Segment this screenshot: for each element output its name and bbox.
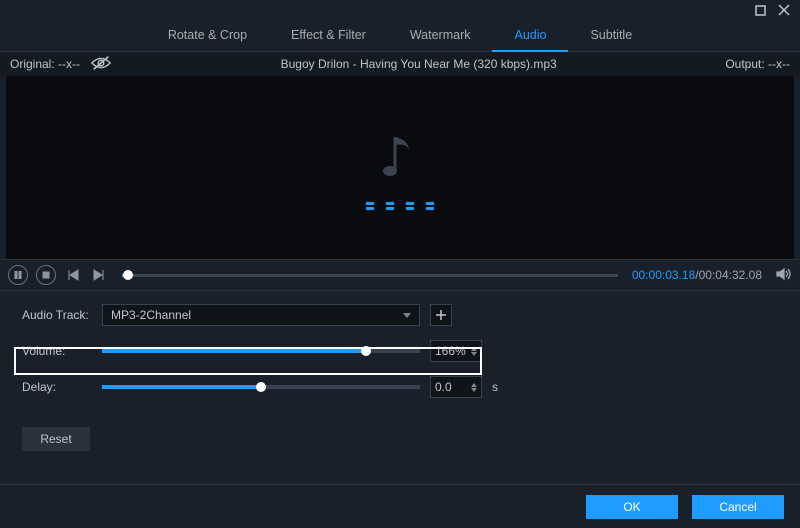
progress-slider[interactable] bbox=[122, 274, 618, 277]
volume-fill bbox=[102, 349, 366, 353]
audio-wave-icon bbox=[366, 202, 434, 205]
delay-label: Delay: bbox=[22, 380, 92, 394]
arrow-up-icon[interactable] bbox=[471, 347, 477, 351]
arrow-up-icon[interactable] bbox=[471, 383, 477, 387]
filename-label: Bugoy Drilon - Having You Near Me (320 k… bbox=[112, 57, 725, 71]
arrow-down-icon[interactable] bbox=[471, 352, 477, 356]
info-bar: Original: --x-- Bugoy Drilon - Having Yo… bbox=[0, 52, 800, 76]
volume-row: Volume: 166% bbox=[22, 339, 778, 363]
delay-thumb[interactable] bbox=[256, 382, 266, 392]
cancel-button[interactable]: Cancel bbox=[692, 495, 784, 519]
arrow-down-icon[interactable] bbox=[471, 388, 477, 392]
current-time: 00:00:03.18 bbox=[632, 268, 695, 282]
titlebar bbox=[0, 0, 800, 20]
tab-subtitle[interactable]: Subtitle bbox=[568, 20, 654, 52]
delay-fill bbox=[102, 385, 261, 389]
volume-icon[interactable] bbox=[776, 267, 792, 284]
ok-button[interactable]: OK bbox=[586, 495, 678, 519]
tab-audio[interactable]: Audio bbox=[492, 20, 568, 52]
preview-area bbox=[6, 76, 794, 259]
volume-spin[interactable]: 166% bbox=[430, 340, 482, 362]
volume-value: 166% bbox=[435, 344, 466, 358]
audio-track-label: Audio Track: bbox=[22, 308, 92, 322]
playback-bar: 00:00:03.18/00:04:32.08 bbox=[0, 259, 800, 291]
time-display: 00:00:03.18/00:04:32.08 bbox=[632, 268, 762, 282]
audio-track-select[interactable]: MP3-2Channel bbox=[102, 304, 420, 326]
footer: OK Cancel bbox=[0, 484, 800, 528]
maximize-icon[interactable] bbox=[754, 4, 766, 16]
tab-effect-filter[interactable]: Effect & Filter bbox=[269, 20, 388, 52]
volume-thumb[interactable] bbox=[361, 346, 371, 356]
chevron-down-icon bbox=[403, 313, 411, 318]
stop-button[interactable] bbox=[36, 265, 56, 285]
progress-thumb[interactable] bbox=[123, 270, 133, 280]
tab-watermark[interactable]: Watermark bbox=[388, 20, 493, 52]
close-icon[interactable] bbox=[778, 4, 790, 16]
prev-button[interactable] bbox=[64, 266, 82, 284]
original-label: Original: --x-- bbox=[10, 57, 80, 71]
audio-track-row: Audio Track: MP3-2Channel bbox=[22, 303, 778, 327]
add-track-button[interactable] bbox=[430, 304, 452, 326]
controls-panel: Audio Track: MP3-2Channel Volume: 166% D… bbox=[0, 291, 800, 457]
tab-rotate-crop[interactable]: Rotate & Crop bbox=[146, 20, 269, 52]
delay-unit: s bbox=[492, 380, 498, 394]
delay-spin[interactable]: 0.0 bbox=[430, 376, 482, 398]
spin-arrows[interactable] bbox=[471, 347, 477, 356]
delay-slider[interactable] bbox=[102, 385, 420, 389]
output-label: Output: --x-- bbox=[725, 57, 790, 71]
spin-arrows[interactable] bbox=[471, 383, 477, 392]
pause-button[interactable] bbox=[8, 265, 28, 285]
music-note-icon bbox=[383, 131, 417, 184]
audio-track-value: MP3-2Channel bbox=[111, 308, 191, 322]
next-button[interactable] bbox=[90, 266, 108, 284]
delay-value: 0.0 bbox=[435, 380, 452, 394]
volume-slider[interactable] bbox=[102, 349, 420, 353]
tab-bar: Rotate & Crop Effect & Filter Watermark … bbox=[0, 20, 800, 52]
eye-off-icon[interactable] bbox=[90, 55, 112, 74]
volume-label: Volume: bbox=[22, 344, 92, 358]
delay-row: Delay: 0.0 s bbox=[22, 375, 778, 399]
reset-button[interactable]: Reset bbox=[22, 427, 90, 451]
